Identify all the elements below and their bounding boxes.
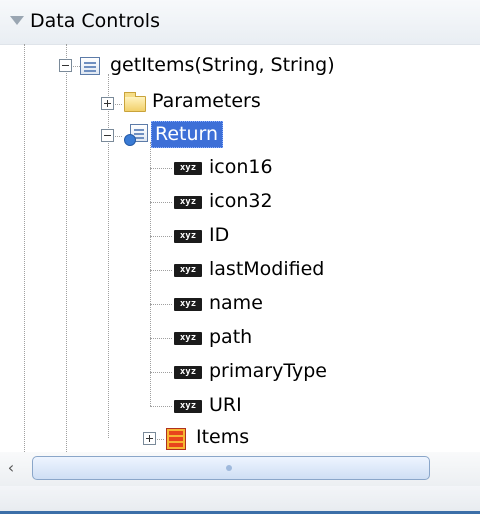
attribute-label[interactable]: primaryType (209, 360, 327, 382)
attribute-xyz-icon: xyz (174, 298, 202, 311)
data-controls-header[interactable]: Data Controls (0, 0, 480, 45)
tree-connector (150, 270, 172, 271)
tree-connector (150, 372, 172, 373)
tree-connector (150, 236, 172, 237)
scroll-left-arrow-icon[interactable]: ‹ (2, 457, 20, 479)
tree-connector (150, 202, 172, 203)
scrollbar-thumb[interactable] (32, 456, 430, 480)
attribute-label[interactable]: name (209, 292, 263, 314)
attribute-label[interactable]: icon16 (209, 156, 273, 178)
attribute-xyz-icon: xyz (174, 400, 202, 413)
tree-guide-line (150, 142, 151, 406)
attribute-label[interactable]: icon32 (209, 190, 273, 212)
attribute-xyz-icon: xyz (174, 196, 202, 209)
attribute-label[interactable]: URI (209, 394, 242, 416)
attribute-xyz-icon: xyz (174, 162, 202, 175)
folder-icon (124, 92, 146, 112)
collapse-triangle-icon[interactable] (10, 16, 24, 25)
panel-title: Data Controls (30, 10, 160, 32)
parameters-label[interactable]: Parameters (152, 90, 261, 112)
tree-connector (150, 304, 172, 305)
collapse-toggle-icon[interactable] (59, 59, 72, 72)
scrollbar-grip-icon (226, 465, 232, 471)
horizontal-scrollbar[interactable]: ‹ (0, 452, 480, 486)
attribute-xyz-icon: xyz (174, 230, 202, 243)
collapse-toggle-icon[interactable] (101, 129, 114, 142)
expand-toggle-icon[interactable] (101, 97, 114, 110)
attribute-xyz-icon: xyz (174, 332, 202, 345)
attribute-label[interactable]: ID (209, 224, 229, 246)
items-label[interactable]: Items (196, 426, 249, 448)
attribute-label[interactable]: lastModified (209, 258, 324, 280)
return-label[interactable]: Return (151, 121, 224, 148)
return-icon (124, 124, 150, 148)
expand-toggle-icon[interactable] (143, 432, 156, 445)
method-label[interactable]: getItems(String, String) (110, 54, 335, 76)
panel-bottom-strip (0, 486, 480, 514)
return-arrow-icon (124, 134, 136, 146)
method-icon (80, 57, 100, 75)
attribute-xyz-icon: xyz (174, 366, 202, 379)
tree-connector (150, 338, 172, 339)
tree-guide-line (24, 44, 25, 452)
attribute-label[interactable]: path (209, 326, 252, 348)
attribute-xyz-icon: xyz (174, 264, 202, 277)
tree-connector (150, 168, 172, 169)
data-controls-tree[interactable]: getItems(String, String) Parameters Retu… (0, 44, 480, 452)
tree-connector (150, 406, 172, 407)
collection-icon (166, 428, 186, 450)
tree-guide-line (66, 44, 67, 452)
